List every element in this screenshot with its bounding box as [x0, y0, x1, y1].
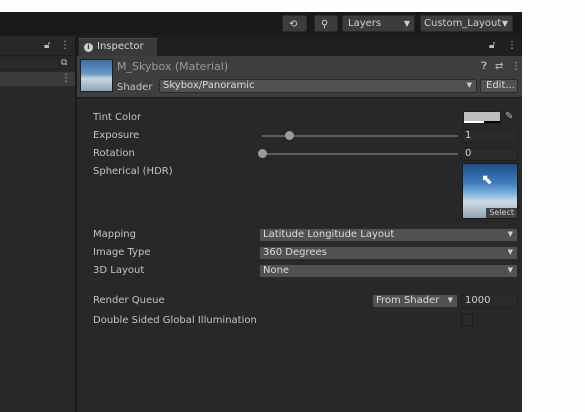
3d-layout-value: None	[263, 265, 290, 276]
help-icon[interactable]: ❓︎	[481, 61, 487, 73]
info-icon: i	[84, 43, 93, 52]
settings-sliders-icon[interactable]: ⇄	[495, 61, 503, 73]
mapping-dropdown[interactable]: Latitude Longitude Layout ▼	[259, 228, 518, 242]
layout-label: Custom_Layout	[424, 18, 502, 29]
rotation-value: 0	[465, 148, 472, 159]
search-icon: ⚲	[321, 19, 329, 30]
tint-color-label: Tint Color	[93, 112, 142, 123]
kebab-menu-icon[interactable]: ⋮	[60, 40, 70, 52]
eyedropper-icon[interactable]: ✎	[505, 111, 513, 123]
main-toolbar: ⟲ ⚲ Layers ▼ Custom_Layout ▼	[0, 12, 522, 36]
render-queue-label: Render Queue	[93, 295, 165, 306]
left-panel-search-field[interactable]	[0, 57, 59, 70]
search-button[interactable]: ⚲	[314, 15, 338, 32]
image-type-dropdown[interactable]: 360 Degrees ▼	[259, 246, 518, 260]
3d-layout-dropdown[interactable]: None ▼	[259, 264, 518, 278]
left-panel-tab: 🔓︎ ⋮	[0, 36, 75, 56]
lock-icon[interactable]: 🔓︎	[489, 40, 495, 52]
double-sided-gi-checkbox[interactable]	[461, 314, 473, 326]
material-name: M_Skybox (Material)	[117, 60, 229, 73]
render-queue-mode-dropdown[interactable]: From Shader ▼	[372, 294, 458, 308]
exposure-value: 1	[465, 130, 472, 141]
chevron-down-icon: ▼	[501, 19, 508, 28]
shader-edit-button[interactable]: Edit...	[480, 79, 518, 93]
chevron-down-icon: ▼	[507, 248, 513, 256]
material-preview-thumbnail	[80, 59, 113, 92]
rotation-slider-track[interactable]	[262, 153, 458, 155]
tab-inspector[interactable]: i Inspector	[79, 38, 157, 56]
filter-icon[interactable]: ⧉	[61, 57, 67, 69]
shader-edit-label: Edit...	[486, 80, 515, 91]
shader-dropdown[interactable]: Skybox/Panoramic ▼	[159, 79, 477, 93]
history-button[interactable]: ⟲	[282, 15, 307, 32]
exposure-field[interactable]: 1	[461, 129, 518, 143]
layout-dropdown[interactable]: Custom_Layout ▼	[420, 15, 513, 32]
image-type-value: 360 Degrees	[263, 247, 327, 258]
tint-color-swatch[interactable]	[463, 111, 501, 124]
spherical-hdr-label: Spherical (HDR)	[93, 166, 173, 177]
3d-layout-label: 3D Layout	[93, 265, 145, 276]
kebab-menu-icon[interactable]: ⋮	[507, 40, 517, 52]
layers-label: Layers	[348, 18, 382, 29]
exposure-label: Exposure	[93, 130, 140, 141]
window-right-edge	[522, 0, 585, 412]
chevron-down-icon: ▼	[507, 266, 513, 274]
history-icon: ⟲	[289, 19, 298, 30]
render-queue-mode: From Shader	[376, 295, 440, 306]
rotation-slider-knob[interactable]	[257, 149, 267, 158]
mapping-label: Mapping	[93, 229, 136, 240]
texture-select-button[interactable]: Select	[486, 208, 517, 218]
kebab-menu-icon[interactable]: ⋮	[511, 61, 521, 73]
render-queue-field[interactable]: 1000	[461, 294, 518, 308]
spherical-texture-slot[interactable]: ⬉ Select	[462, 163, 518, 219]
tab-inspector-label: Inspector	[97, 41, 144, 52]
mapping-value: Latitude Longitude Layout	[263, 229, 395, 240]
chevron-down-icon: ▼	[403, 19, 410, 28]
window-top-edge	[0, 0, 585, 12]
left-panel-row[interactable]: ⋮	[0, 72, 75, 86]
left-panel	[0, 36, 75, 412]
shader-label: Shader	[117, 82, 153, 93]
rotation-label: Rotation	[93, 148, 135, 159]
chevron-down-icon: ▼	[507, 230, 513, 238]
kebab-menu-icon[interactable]: ⋮	[61, 73, 71, 85]
exposure-slider-knob[interactable]	[284, 131, 294, 140]
chevron-down-icon: ▼	[447, 296, 453, 304]
shader-value: Skybox/Panoramic	[163, 80, 255, 91]
render-queue-value: 1000	[465, 295, 491, 306]
lock-icon[interactable]: 🔓︎	[44, 40, 50, 52]
image-type-label: Image Type	[93, 247, 151, 258]
material-header: M_Skybox (Material) ❓︎ ⇄ ⋮ Shader Skybox…	[77, 56, 522, 98]
chevron-down-icon: ▼	[466, 81, 472, 89]
rotation-field[interactable]: 0	[461, 147, 518, 161]
double-sided-gi-label: Double Sided Global Illumination	[93, 315, 257, 326]
cursor-pointer-icon: ⬉	[481, 172, 493, 188]
layers-dropdown[interactable]: Layers ▼	[342, 15, 415, 32]
